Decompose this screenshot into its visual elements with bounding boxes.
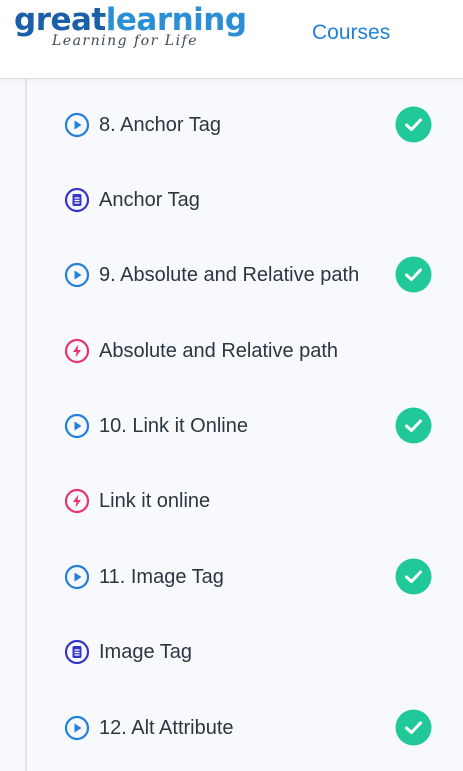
list-item-absolute-relative-path-exercise[interactable]: Absolute and Relative path [64, 330, 444, 370]
courses-link[interactable]: Courses [312, 20, 390, 46]
item-label: Absolute and Relative path [99, 340, 339, 362]
completed-check-icon [395, 106, 432, 143]
bolt-icon [64, 338, 90, 364]
item-label: 9. Absolute and Relative path [99, 264, 360, 286]
list-item-anchor-tag-quiz[interactable]: Anchor Tag [64, 179, 444, 219]
list-item-absolute-relative-path-video[interactable]: 9. Absolute and Relative path [64, 254, 444, 294]
completed-check-icon [395, 407, 432, 444]
completed-check-icon [395, 709, 432, 746]
list-item-link-it-online-exercise[interactable]: Link it online [64, 480, 444, 520]
list-item-image-tag-quiz[interactable]: Image Tag [64, 631, 444, 671]
play-icon [64, 112, 90, 138]
item-label: 12. Alt Attribute [99, 717, 234, 739]
play-icon [64, 564, 90, 590]
play-icon [64, 715, 90, 741]
quiz-icon [64, 639, 90, 665]
quiz-icon [64, 187, 90, 213]
item-label: Image Tag [99, 641, 193, 663]
item-label: Anchor Tag [99, 189, 200, 211]
bolt-icon [64, 488, 90, 514]
play-icon [64, 413, 90, 439]
play-icon [64, 262, 90, 288]
item-label: 11. Image Tag [99, 566, 224, 588]
list-item-link-it-online-video[interactable]: 10. Link it Online [64, 405, 444, 445]
list-item-anchor-tag-video[interactable]: 8. Anchor Tag [64, 104, 444, 144]
list-item-alt-attribute-video[interactable]: 12. Alt Attribute [64, 707, 444, 747]
item-label: Link it online [99, 490, 211, 512]
list-item-image-tag-video[interactable]: 11. Image Tag [64, 556, 444, 596]
completed-check-icon [395, 256, 432, 293]
completed-check-icon [395, 558, 432, 595]
greatlearning-logo[interactable]: greatlearning Learning for Life [14, 2, 247, 58]
item-label: 10. Link it Online [99, 415, 248, 437]
sidebar-divider [25, 79, 27, 771]
logo-tagline: Learning for Life [52, 33, 199, 49]
course-content-list: 8. Anchor Tag Anchor Tag 9. Absolute and… [0, 79, 463, 771]
item-label: 8. Anchor Tag [99, 114, 221, 136]
top-header: greatlearning Learning for Life Courses [0, 0, 463, 79]
